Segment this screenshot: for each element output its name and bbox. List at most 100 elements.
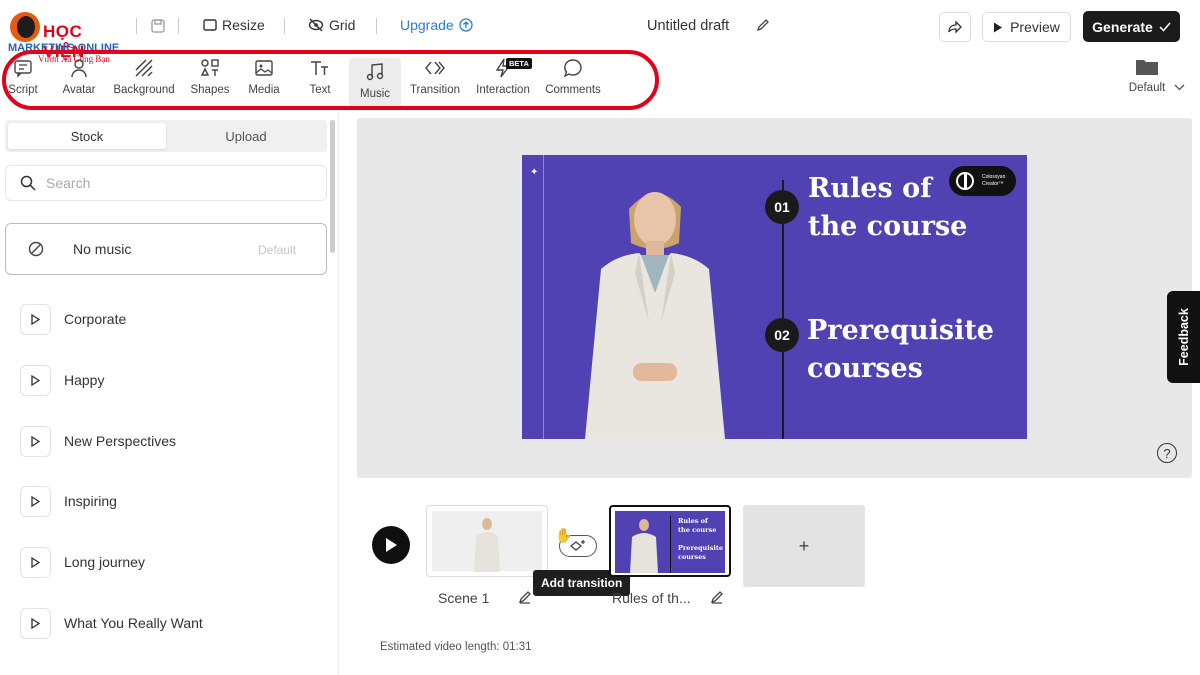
tool-label: Script bbox=[8, 84, 38, 96]
track-item[interactable]: Long journey bbox=[20, 546, 145, 578]
tool-shapes[interactable]: Shapes bbox=[189, 58, 231, 108]
play-icon bbox=[994, 22, 1003, 32]
track-item[interactable]: Corporate bbox=[20, 303, 126, 335]
heading-2-line2: courses bbox=[807, 353, 923, 384]
tool-script[interactable]: Script bbox=[4, 58, 42, 108]
feedback-label: Feedback bbox=[1176, 308, 1191, 366]
play-track-button[interactable] bbox=[20, 425, 51, 457]
panel-scrollbar[interactable] bbox=[330, 120, 335, 253]
tool-transition[interactable]: Transition bbox=[409, 58, 461, 108]
resize-label: Resize bbox=[222, 17, 265, 33]
generate-label: Generate bbox=[1092, 18, 1153, 35]
divider bbox=[178, 18, 179, 34]
tool-label: Avatar bbox=[62, 84, 96, 96]
tool-interaction[interactable]: Interaction BETA bbox=[474, 58, 532, 108]
chevron-down-icon[interactable] bbox=[1174, 78, 1185, 96]
tool-label: Media bbox=[248, 84, 280, 96]
slide-canvas[interactable]: ✦ 01 Rules of the course 02 Prerequisite… bbox=[522, 155, 1027, 439]
scene-thumbnail-selected[interactable]: Rules of the course Prerequisite courses bbox=[609, 505, 731, 577]
slide-left-line bbox=[543, 155, 544, 439]
track-label: New Perspectives bbox=[64, 433, 177, 449]
play-icon bbox=[31, 556, 40, 568]
grid-off-icon bbox=[308, 18, 324, 32]
edit-title-icon[interactable] bbox=[756, 18, 770, 37]
avatar-icon bbox=[71, 59, 87, 78]
upgrade-label: Upgrade bbox=[400, 17, 454, 33]
tool-label: Comments bbox=[545, 84, 601, 96]
add-scene-button[interactable]: + bbox=[743, 505, 865, 587]
play-track-button[interactable] bbox=[20, 607, 51, 639]
logo-mark-inner bbox=[17, 16, 35, 38]
presenter-avatar[interactable] bbox=[577, 173, 737, 439]
slide-heading-2[interactable]: Prerequisite courses bbox=[807, 312, 994, 388]
media-icon bbox=[255, 60, 273, 76]
heading-2-line1: Prerequisite bbox=[807, 315, 994, 346]
play-icon bbox=[31, 617, 40, 629]
thumb-line bbox=[670, 516, 671, 573]
panel-divider bbox=[338, 112, 339, 675]
edit-scene-icon[interactable] bbox=[518, 590, 532, 609]
tool-comments[interactable]: Comments bbox=[545, 58, 601, 108]
colossyan-logo-icon bbox=[956, 172, 974, 190]
scene-thumbnail[interactable] bbox=[426, 505, 548, 577]
track-item[interactable]: What You Really Want bbox=[20, 607, 203, 639]
tool-label: Shapes bbox=[190, 84, 230, 96]
tab-upload[interactable]: Upload bbox=[167, 123, 325, 149]
divider bbox=[284, 18, 285, 34]
edit-scene-icon[interactable] bbox=[710, 590, 724, 609]
play-icon bbox=[386, 538, 397, 552]
search-input[interactable]: Search bbox=[5, 165, 327, 201]
share-icon bbox=[948, 20, 962, 34]
scene-1-label: Scene 1 bbox=[438, 590, 490, 606]
draft-title[interactable]: Untitled draft bbox=[647, 18, 729, 34]
feedback-tab[interactable]: Feedback bbox=[1167, 291, 1200, 383]
grid-toggle[interactable]: Grid bbox=[308, 17, 355, 33]
play-track-button[interactable] bbox=[20, 364, 51, 396]
tab-stock[interactable]: Stock bbox=[8, 123, 166, 149]
slide-heading-1[interactable]: Rules of the course bbox=[808, 170, 967, 246]
share-button[interactable] bbox=[939, 12, 971, 42]
folder-icon bbox=[1136, 60, 1158, 75]
thumb-text-2: the course bbox=[678, 526, 717, 534]
save-icon[interactable] bbox=[150, 18, 166, 39]
track-item[interactable]: Inspiring bbox=[20, 485, 117, 517]
heading-1-line1: Rules of bbox=[808, 173, 932, 204]
divider bbox=[136, 18, 137, 34]
track-item[interactable]: Happy bbox=[20, 364, 104, 396]
play-icon bbox=[31, 313, 40, 325]
transition-icon bbox=[425, 61, 445, 75]
music-panel: Stock Upload Search No music Default Cor… bbox=[0, 115, 338, 675]
tool-music[interactable]: Music bbox=[349, 58, 401, 108]
sparkle-icon: ✦ bbox=[530, 167, 539, 178]
play-track-button[interactable] bbox=[20, 485, 51, 517]
track-label: Happy bbox=[64, 372, 105, 388]
track-label: What You Really Want bbox=[64, 615, 203, 631]
list-number-1: 01 bbox=[765, 190, 799, 224]
resize-button[interactable]: Resize bbox=[203, 17, 265, 33]
tool-media[interactable]: Media bbox=[245, 58, 283, 108]
resize-icon bbox=[203, 19, 217, 31]
upgrade-icon bbox=[459, 18, 473, 32]
preview-button[interactable]: Preview bbox=[982, 12, 1071, 42]
upgrade-link[interactable]: Upgrade bbox=[400, 17, 473, 33]
element-toolbar: Script Avatar Background Shapes Media Te… bbox=[0, 52, 1200, 110]
tool-background[interactable]: Background bbox=[112, 58, 176, 108]
play-track-button[interactable] bbox=[20, 303, 51, 335]
play-icon bbox=[31, 495, 40, 507]
play-track-button[interactable] bbox=[20, 546, 51, 578]
track-item[interactable]: New Perspectives bbox=[20, 425, 176, 457]
divider bbox=[376, 18, 377, 34]
no-music-option[interactable]: No music Default bbox=[5, 223, 327, 275]
grid-label: Grid bbox=[329, 17, 356, 33]
scene-2-label: Rules of th... bbox=[612, 590, 691, 606]
tool-avatar[interactable]: Avatar bbox=[60, 58, 98, 108]
track-label: Inspiring bbox=[64, 493, 117, 509]
help-button[interactable]: ? bbox=[1157, 443, 1177, 463]
tool-text[interactable]: Text bbox=[302, 58, 338, 108]
generate-button[interactable]: Generate bbox=[1083, 11, 1180, 42]
play-all-button[interactable] bbox=[372, 526, 410, 564]
colossyan-logo-text2: Creator™ bbox=[982, 181, 1004, 187]
template-selector[interactable]: Default bbox=[1124, 58, 1170, 108]
play-icon bbox=[31, 374, 40, 386]
video-length: Estimated video length: 01:31 bbox=[380, 641, 532, 653]
